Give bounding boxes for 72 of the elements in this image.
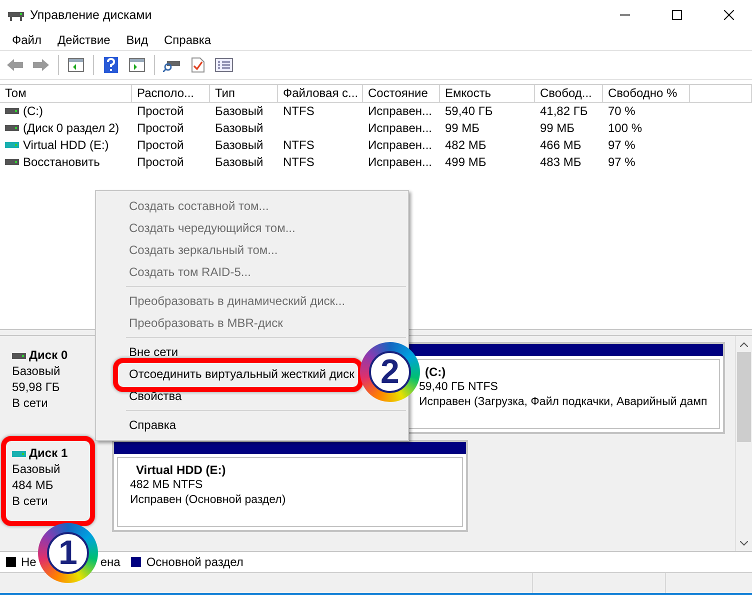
table-cell: 97 %: [608, 154, 636, 168]
partition-name: Virtual HDD (E:): [135, 463, 227, 478]
disk-management-icon: [8, 9, 24, 21]
table-cell: NTFS: [283, 138, 314, 152]
legend-label: ена: [100, 555, 120, 569]
partition-name: (C:): [424, 365, 447, 380]
table-cell: 466 МБ: [540, 138, 582, 152]
column-header[interactable]: Свобод...: [535, 85, 603, 103]
scroll-down-icon[interactable]: [740, 540, 748, 546]
table-cell: 70 %: [608, 104, 636, 118]
table-cell: Исправен...: [368, 104, 432, 118]
table-cell: 483 МБ: [540, 154, 582, 168]
table-cell: Простой: [137, 120, 184, 134]
close-icon: [724, 10, 734, 20]
menu-item[interactable]: Действие: [50, 33, 118, 47]
disk-type: Базовый: [12, 462, 62, 477]
table-cell: 482 МБ: [445, 138, 486, 152]
table-cell: Восстановить: [23, 154, 100, 168]
table-cell: Исправен...: [368, 154, 432, 168]
menu-option[interactable]: Вне сети: [129, 345, 178, 359]
menu-option[interactable]: Отсоединить виртуальный жесткий диск: [129, 367, 354, 381]
table-cell: NTFS: [283, 154, 314, 168]
disk-status: В сети: [12, 396, 49, 411]
scroll-up-icon[interactable]: [740, 342, 748, 346]
table-cell: Исправен...: [368, 120, 432, 134]
column-header[interactable]: Свободно %: [603, 85, 690, 103]
partition-size: 482 МБ NTFS: [130, 478, 204, 493]
menu-option[interactable]: Справка: [129, 418, 176, 432]
table-cell: Базовый: [215, 104, 264, 118]
scrollbar[interactable]: [735, 336, 752, 551]
table-cell: 97 %: [608, 138, 636, 152]
table-cell: Исправен...: [368, 138, 432, 152]
disk-name: Диск 1: [12, 446, 100, 461]
menu-option[interactable]: Свойства: [129, 389, 182, 403]
menu-item[interactable]: Вид: [118, 33, 156, 47]
table-cell: 59,40 ГБ: [445, 104, 493, 118]
column-header[interactable]: Файловая с...: [278, 85, 363, 103]
table-cell: Простой: [137, 138, 184, 152]
disk-label-panel[interactable]: Диск 0 Базовый 59,98 ГБ В сети: [6, 342, 106, 434]
table-cell: 99 МБ: [445, 120, 480, 134]
partition-size: 59,40 ГБ NTFS: [419, 380, 499, 395]
table-cell: (C:): [23, 104, 43, 118]
disk-size: 484 МБ: [12, 478, 54, 493]
table-cell: Базовый: [215, 154, 264, 168]
table-cell: NTFS: [283, 104, 314, 118]
partition-status: Исправен (Основной раздел): [130, 493, 287, 508]
column-header[interactable]: Располо...: [132, 85, 210, 103]
column-header[interactable]: Том: [0, 85, 132, 103]
legend-label: Основной раздел: [146, 555, 244, 569]
menu-item[interactable]: Файл: [4, 33, 50, 47]
table-cell: Базовый: [215, 138, 264, 152]
table-cell: Virtual HDD (E:): [23, 138, 109, 152]
table-cell: 41,82 ГБ: [540, 104, 588, 118]
table-cell: Простой: [137, 154, 184, 168]
disk-type: Базовый: [12, 364, 62, 379]
column-header[interactable]: Состояние: [363, 85, 440, 103]
column-header[interactable]: Тип: [210, 85, 278, 103]
table-cell: 499 МБ: [445, 154, 486, 168]
partition-block[interactable]: Virtual HDD (E:) 482 МБ NTFS Исправен (Основной раздел): [112, 440, 468, 532]
disk-size: 59,98 ГБ: [12, 380, 61, 395]
table-cell: Базовый: [215, 120, 264, 134]
disk-status: В сети: [12, 494, 49, 509]
window-title: Управление дисками: [30, 8, 153, 22]
maximize-icon: [672, 10, 682, 20]
table-cell: 99 МБ: [540, 120, 575, 134]
partition-status: Исправен (Загрузка, Файл подкачки, Аварийный дамп: [419, 395, 708, 410]
legend-label: Не: [21, 555, 36, 569]
table-cell: (Диск 0 раздел 2): [23, 120, 120, 134]
column-header[interactable]: Емкость: [440, 85, 535, 103]
table-cell: Простой: [137, 104, 184, 118]
menu-item[interactable]: Справка: [156, 33, 220, 47]
table-cell: 100 %: [608, 120, 642, 134]
